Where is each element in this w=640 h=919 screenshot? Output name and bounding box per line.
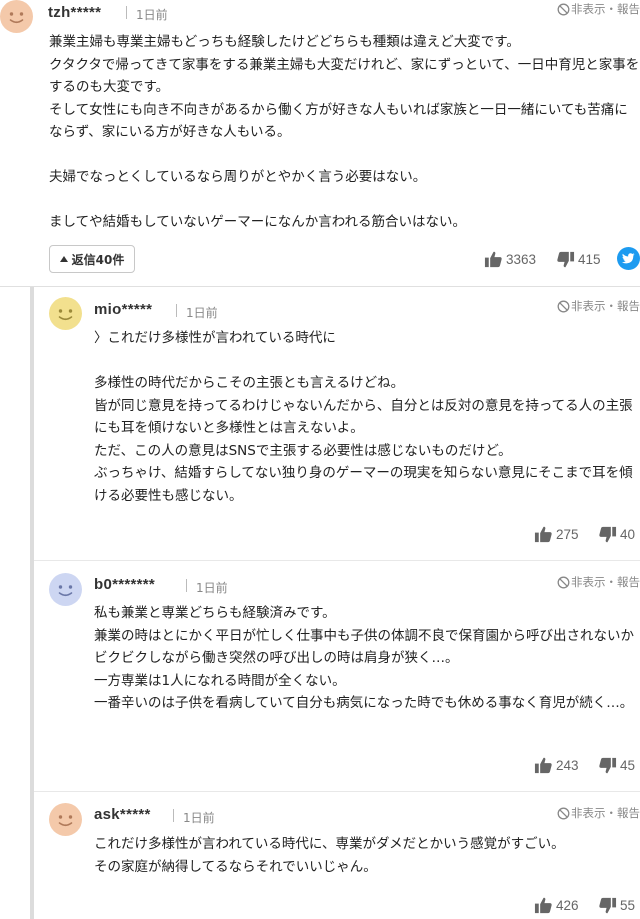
divider — [186, 579, 187, 592]
reply-thread-line — [30, 287, 34, 919]
dislike-count: 45 — [620, 758, 636, 773]
comment-actions: 非表示 ・ 報告 — [557, 805, 640, 821]
comment-line: 一方専業は1人になれる時間が全くない。 — [94, 672, 346, 689]
comment-line: 多様性の時代だからこその主張とも言えるけどね。 — [94, 375, 405, 391]
dislike-button[interactable]: 415 — [556, 250, 601, 269]
username[interactable]: mio***** — [94, 301, 152, 318]
thumbs-down-icon — [599, 526, 617, 543]
comment-actions: 非表示 ・ 報告 — [557, 1, 640, 17]
report-link[interactable]: 報告 — [617, 805, 640, 821]
like-count: 275 — [556, 527, 579, 542]
dislike-button[interactable]: 45 — [598, 756, 635, 775]
timestamp: 1日前 — [136, 8, 168, 22]
username[interactable]: ask***** — [94, 806, 151, 823]
thumbs-down-icon — [557, 251, 575, 268]
comment-body: 〉これだけ多様性が言われている時代に 多様性の時代だからこその主張とも言えるけど… — [94, 327, 640, 507]
username[interactable]: b0******* — [94, 576, 155, 593]
comment-body: これだけ多様性が言われている時代に、専業がダメだとかいう感覚がすごい。 その家庭… — [94, 833, 640, 878]
thumbs-up-icon — [534, 897, 552, 914]
like-button[interactable]: 275 — [534, 525, 579, 544]
hide-link[interactable]: 非表示 — [571, 805, 606, 821]
report-link[interactable]: 報告 — [617, 1, 640, 17]
dislike-button[interactable]: 40 — [598, 525, 635, 544]
comment-line: 兼業主婦も専業主婦もどっちも経験したけどどちらも種類は違えど大変です。 — [49, 34, 520, 50]
dislike-count: 40 — [620, 527, 636, 542]
thumbs-down-icon — [599, 757, 617, 774]
comment-line: 夫婦でなっとくしているなら周りがとやかく言う必要はない。 — [49, 169, 427, 185]
hide-link[interactable]: 非表示 — [571, 574, 606, 590]
comment-line: 〉これだけ多様性が言われている時代に — [94, 330, 336, 346]
comment-line: ましてや結婚もしていないゲーマーになんか言われる筋合いはない。 — [49, 214, 467, 230]
comment-line: クタクタで帰ってきて家事をする兼業主婦も大変だけれど、家にずっといて、一日中育児… — [49, 56, 640, 96]
like-count: 3363 — [506, 252, 537, 267]
comment-line: 私も兼業と専業どちらも経験済みです。 — [94, 605, 336, 621]
twitter-share-icon[interactable] — [617, 247, 640, 270]
like-button[interactable]: 3363 — [484, 250, 536, 269]
comment-line: 皆が同じ意見を持ってるわけじゃないんだから、自分とは反対の意見を持ってる人の主張… — [94, 397, 633, 437]
comment-body: 兼業主婦も専業主婦もどっちも経験したけどどちらも種類は違えど大変です。 クタクタ… — [49, 31, 640, 234]
show-replies-button[interactable]: 返信40件 — [49, 245, 135, 273]
thumbs-up-icon — [534, 526, 552, 543]
comment-line: これだけ多様性が言われている時代に、専業がダメだとかいう感覚がすごい。 — [94, 836, 565, 852]
like-button[interactable]: 243 — [534, 756, 579, 775]
caret-up-icon — [59, 256, 68, 262]
like-button[interactable]: 426 — [534, 896, 579, 915]
comment-line: その家庭が納得してるならそれでいいじゃん。 — [94, 858, 377, 875]
hide-link[interactable]: 非表示 — [571, 1, 606, 17]
divider — [176, 304, 177, 317]
comment-line: そして女性にも向き不向きがあるから働く方が好きな人もいれば家族と一日一緒にいても… — [49, 101, 628, 141]
comment-line: ただ、この人の意見はSNSで主張する必要性は感じないものだけど。 — [94, 442, 512, 459]
dislike-count: 55 — [620, 898, 636, 913]
comment-line: ぶっちゃけ、結婚すらしてない独り身のゲーマーの現実を知らない意見にそこまで耳を傾… — [94, 465, 633, 504]
username[interactable]: tzh***** — [48, 4, 101, 21]
report-link[interactable]: 報告 — [617, 574, 640, 590]
timestamp: 1日前 — [183, 811, 215, 825]
action-separator: ・ — [605, 299, 618, 313]
comment-actions: 非表示 ・ 報告 — [557, 574, 640, 590]
action-separator: ・ — [605, 2, 618, 16]
thumbs-up-icon — [484, 251, 502, 268]
comment-actions: 非表示 ・ 報告 — [557, 298, 640, 314]
timestamp: 1日前 — [196, 581, 228, 595]
timestamp: 1日前 — [186, 306, 218, 320]
divider — [34, 560, 640, 561]
divider — [173, 809, 174, 822]
report-link[interactable]: 報告 — [617, 298, 640, 314]
action-separator: ・ — [605, 806, 618, 820]
dislike-button[interactable]: 55 — [598, 896, 635, 915]
dislike-count: 415 — [578, 252, 601, 267]
hide-icon[interactable] — [557, 576, 570, 589]
like-count: 426 — [556, 898, 579, 913]
comment-body: 私も兼業と専業どちらも経験済みです。 兼業の時はとにかく平日が忙しく仕事中も子供… — [94, 602, 640, 715]
avatar — [0, 0, 33, 33]
thumbs-up-icon — [534, 757, 552, 774]
reply-count-label: 返信40件 — [71, 252, 125, 267]
divider — [34, 791, 640, 792]
avatar — [49, 573, 82, 606]
divider — [126, 6, 127, 19]
hide-icon[interactable] — [557, 3, 570, 16]
hide-link[interactable]: 非表示 — [571, 298, 606, 314]
hide-icon[interactable] — [557, 807, 570, 820]
like-count: 243 — [556, 758, 579, 773]
thumbs-down-icon — [599, 897, 617, 914]
divider — [0, 286, 640, 287]
comment-line: 一番辛いのは子供を看病していて自分も病気になった時でも休める事なく育児が続く…。 — [94, 695, 634, 711]
hide-icon[interactable] — [557, 300, 570, 313]
avatar — [49, 297, 82, 330]
avatar — [49, 803, 82, 836]
action-separator: ・ — [605, 575, 618, 589]
comment-line: 兼業の時はとにかく平日が忙しく仕事中も子供の体調不良で保育園から呼び出されないか… — [94, 627, 634, 667]
